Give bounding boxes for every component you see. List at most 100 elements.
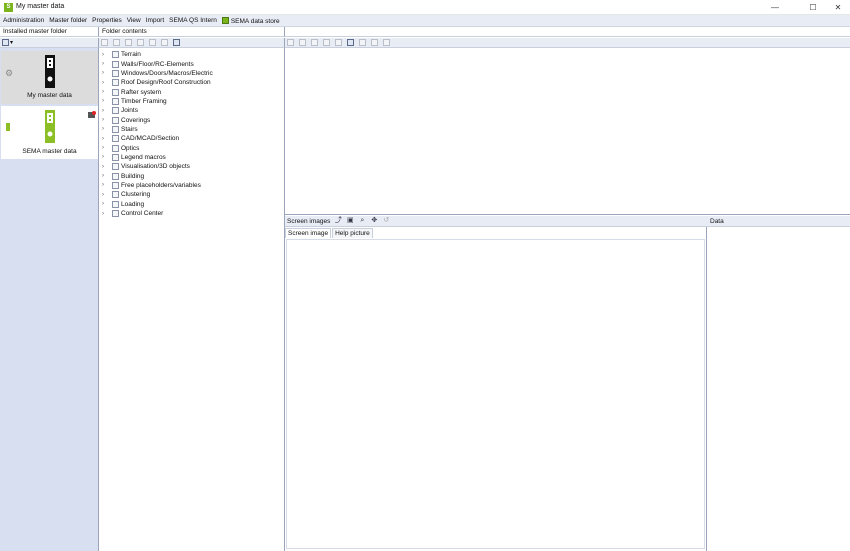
menu-administration[interactable]: Administration <box>3 17 44 24</box>
tree-item-label: Legend macros <box>121 153 166 161</box>
trash-icon[interactable] <box>335 39 342 46</box>
chevron-right-icon[interactable]: › <box>102 154 108 160</box>
tree-item-label: Joints <box>121 107 138 115</box>
chevron-right-icon[interactable]: › <box>102 126 108 132</box>
tree-item-label: Timber Framing <box>121 97 167 105</box>
move-icon[interactable]: ✥ <box>370 217 378 225</box>
data-panel: Data <box>707 216 850 551</box>
tree-item[interactable]: › Walls/Floor/RC-Elements <box>99 59 284 68</box>
data-store-label: SEMA data store <box>230 17 280 25</box>
folder-icon <box>112 125 119 133</box>
close-button[interactable]: ✕ <box>826 0 850 15</box>
tree-item[interactable]: › Stairs <box>99 125 284 134</box>
copy-icon[interactable] <box>113 39 120 46</box>
folder-icon <box>112 51 119 59</box>
cut-icon[interactable] <box>311 39 318 46</box>
folder-icon <box>112 163 119 171</box>
tree-item[interactable]: › Windows/Doors/Macros/Electric <box>99 69 284 78</box>
tree-item[interactable]: › Clustering <box>99 190 284 199</box>
menu-sema-qs-intern[interactable]: SEMA QS Intern <box>169 17 217 24</box>
tree-item[interactable]: › Coverings <box>99 115 284 124</box>
tree-item[interactable]: › Building <box>99 171 284 180</box>
chevron-right-icon[interactable]: › <box>102 52 108 58</box>
chevron-right-icon[interactable]: › <box>102 164 108 170</box>
tree-item-label: Rafter system <box>121 88 162 96</box>
properties-icon[interactable] <box>161 39 168 46</box>
chevron-right-icon[interactable]: › <box>102 173 108 179</box>
open-item-icon[interactable] <box>299 39 306 46</box>
tree-item[interactable]: › Control Center <box>99 209 284 218</box>
screen-images-panel: Screen images ⤴ ▣ ⌕ ✥ ↺ Screen image Hel… <box>285 216 707 551</box>
tree-item[interactable]: › Roof Design/Roof Construction <box>99 78 284 87</box>
view-dropdown-icon[interactable]: ▾ <box>10 39 13 46</box>
folder-icon <box>112 135 119 143</box>
rename-icon[interactable] <box>137 39 144 46</box>
tree-item-label: Visualisation/3D objects <box>121 163 190 171</box>
tree-options-icon[interactable] <box>173 39 180 46</box>
chevron-right-icon[interactable]: › <box>102 201 108 207</box>
chevron-right-icon[interactable]: › <box>102 89 108 95</box>
folder-icon <box>112 116 119 124</box>
folder-card-my-master-data[interactable]: ⚙ My master data <box>1 51 98 104</box>
folder-icon <box>112 60 119 68</box>
tab-help-picture[interactable]: Help picture <box>332 228 373 238</box>
tree-item[interactable]: › Optics <box>99 143 284 152</box>
menu-sema-data-store[interactable]: SEMA data store <box>221 16 280 25</box>
folder-view-icon[interactable] <box>2 39 9 46</box>
chevron-right-icon[interactable]: › <box>102 211 108 217</box>
maximize-button[interactable]: ☐ <box>798 0 828 15</box>
image-tabs: Screen image Help picture <box>285 228 374 238</box>
new-folder-icon[interactable] <box>101 39 108 46</box>
tree-item-label: Terrain <box>121 51 141 59</box>
chevron-right-icon[interactable]: › <box>102 192 108 198</box>
chevron-right-icon[interactable]: › <box>102 136 108 142</box>
menu-view[interactable]: View <box>127 17 141 24</box>
folder-card-sema-master-data[interactable]: SEMA master data <box>1 106 98 159</box>
installed-folders-panel: ⚙ My master data SEMA master data <box>0 48 99 551</box>
content-area[interactable] <box>285 48 850 215</box>
delete-icon[interactable] <box>149 39 156 46</box>
menu-master-folder[interactable]: Master folder <box>49 17 87 24</box>
chevron-right-icon[interactable]: › <box>102 182 108 188</box>
paste-icon[interactable] <box>125 39 132 46</box>
tree-item[interactable]: › Loading <box>99 200 284 209</box>
tree-item[interactable]: › Terrain <box>99 50 284 59</box>
tree-item[interactable]: › Rafter system <box>99 87 284 96</box>
pick-icon[interactable]: ⤴ <box>334 217 342 225</box>
export-icon[interactable] <box>371 39 378 46</box>
chevron-right-icon[interactable]: › <box>102 108 108 114</box>
menu-import[interactable]: Import <box>146 17 164 24</box>
screen-images-header: Screen images ⤴ ▣ ⌕ ✥ ↺ <box>285 216 707 227</box>
chevron-right-icon[interactable]: › <box>102 145 108 151</box>
zoom-icon[interactable]: ⌕ <box>358 217 366 225</box>
chevron-right-icon[interactable]: › <box>102 117 108 123</box>
tree-item[interactable]: › Joints <box>99 106 284 115</box>
minimize-button[interactable]: — <box>760 0 790 15</box>
grid-view-icon[interactable] <box>347 39 354 46</box>
window-title: My master data <box>16 3 65 10</box>
menu-properties[interactable]: Properties <box>92 17 122 24</box>
chevron-right-icon[interactable]: › <box>102 70 108 76</box>
reset-icon[interactable]: ↺ <box>382 217 390 225</box>
tab-screen-image[interactable]: Screen image <box>285 228 332 238</box>
tree-item[interactable]: › Free placeholders/variables <box>99 181 284 190</box>
tree-item[interactable]: › CAD/MCAD/Section <box>99 134 284 143</box>
tree-item[interactable]: › Visualisation/3D objects <box>99 162 284 171</box>
tree-item[interactable]: › Timber Framing <box>99 97 284 106</box>
edit-icon[interactable] <box>359 39 366 46</box>
gear-icon[interactable]: ⚙ <box>5 68 13 79</box>
more-options-icon[interactable] <box>383 39 390 46</box>
folder-contents-tree: › Terrain › Walls/Floor/RC-Elements › Windows… <box>99 48 285 551</box>
chevron-right-icon[interactable]: › <box>102 61 108 67</box>
chevron-right-icon[interactable]: › <box>102 98 108 104</box>
save-icon[interactable] <box>323 39 330 46</box>
top-right-header <box>285 27 850 37</box>
left-toolbar: ▾ <box>0 38 99 48</box>
chevron-right-icon[interactable]: › <box>102 80 108 86</box>
tree-item[interactable]: › Legend macros <box>99 153 284 162</box>
menu-bar: Administration Master folder Properties … <box>0 15 850 27</box>
update-badge-icon[interactable] <box>88 111 96 119</box>
fit-icon[interactable]: ▣ <box>346 217 354 225</box>
master-folder-device-icon <box>45 55 55 88</box>
new-item-icon[interactable] <box>287 39 294 46</box>
